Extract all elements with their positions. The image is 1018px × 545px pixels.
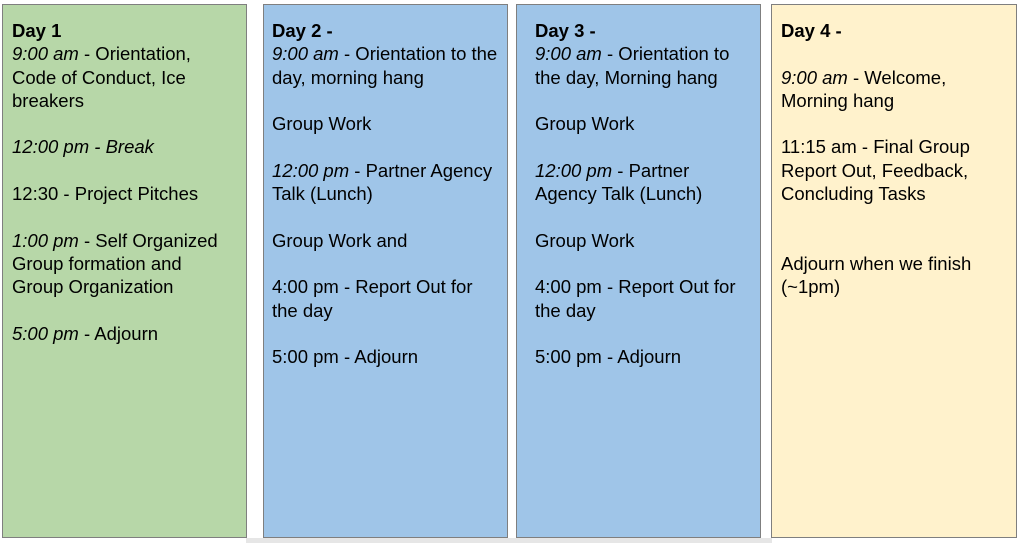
day-3-entry-report-out: 4:00 pm - Report Out for the day (535, 276, 736, 321)
day-1-card: Day 1 9:00 am - Orientation, Code of Con… (2, 4, 247, 538)
entry-time: 12:00 pm (535, 159, 613, 181)
entry-time: 12:00 pm - Break (12, 136, 154, 158)
day-2-entry-group-work-and: Group Work and (272, 229, 408, 251)
entry-time: 9:00 am (12, 43, 79, 65)
day-4-entry-welcome: 9:00 am - Welcome, Morning hang (781, 66, 1007, 113)
day-4-entry-final-report: 11:15 am - Final Group Report Out, Feedb… (781, 136, 970, 205)
page-bottom-shadow (246, 538, 772, 543)
entry-time: 9:00 am (535, 43, 602, 65)
entry-time: 9:00 am (272, 43, 339, 65)
day-4-title: Day 4 - (781, 20, 842, 41)
day-2-title: Day 2 - (272, 20, 333, 41)
day-1-entry-adjourn: 5:00 pm - Adjourn (12, 322, 237, 345)
entry-text: - Adjourn (78, 322, 159, 344)
day-3-card: Day 3 - 9:00 am - Orientation to the day… (516, 4, 761, 538)
day-2-card: Day 2 - 9:00 am - Orientation to the day… (263, 4, 508, 538)
day-2-entry-adjourn: 5:00 pm - Adjourn (272, 346, 419, 368)
day-1-entry-pitches: 12:30 - Project Pitches (12, 183, 199, 205)
day-3-entry-group-work: Group Work (535, 113, 635, 135)
day-1-entry-orientation: 9:00 am - Orientation, Code of Conduct, … (12, 42, 237, 112)
day-2-entry-orientation: 9:00 am - Orientation to the day, mornin… (272, 42, 499, 89)
day-3-entry-adjourn: 5:00 pm - Adjourn (535, 346, 682, 368)
day-4-entry-adjourn: Adjourn when we finish (~1pm) (781, 252, 972, 298)
day-1-entry-break: 12:00 pm - Break (12, 135, 237, 158)
entry-time: 9:00 am (781, 66, 848, 88)
entry-time: 1:00 pm (12, 229, 79, 251)
entry-time: 5:00 pm (12, 322, 79, 344)
day-1-entry-group-formation: 1:00 pm - Self Organized Group formation… (12, 229, 237, 299)
day-3-entry-group-work-afternoon: Group Work (535, 229, 635, 251)
day-2-entry-report-out: 4:00 pm - Report Out for the day (272, 276, 473, 321)
day-3-entry-orientation: 9:00 am - Orientation to the day, Mornin… (535, 42, 750, 89)
day-2-entry-group-work: Group Work (272, 113, 372, 135)
day-1-title: Day 1 (12, 20, 62, 41)
day-3-entry-partner-talk: 12:00 pm - Partner Agency Talk (Lunch) (535, 159, 750, 206)
entry-time: 12:00 pm (272, 159, 350, 181)
day-4-card: Day 4 - 9:00 am - Welcome, Morning hang … (771, 4, 1017, 538)
day-3-title: Day 3 - (535, 20, 596, 41)
day-2-entry-partner-talk: 12:00 pm - Partner Agency Talk (Lunch) (272, 159, 499, 206)
